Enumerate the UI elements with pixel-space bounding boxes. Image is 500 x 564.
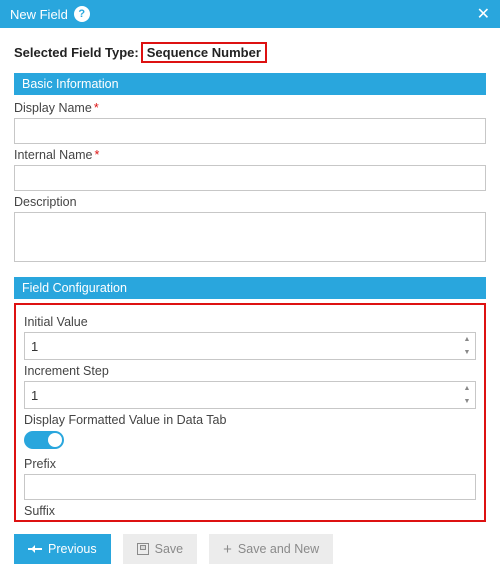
description-textarea[interactable] xyxy=(14,212,486,262)
selected-field-type-row: Selected Field Type: Sequence Number xyxy=(14,42,486,63)
chevron-up-icon[interactable]: ▲ xyxy=(459,382,475,395)
close-icon[interactable]: ✕ xyxy=(477,4,490,24)
section-basic-information: Basic Information xyxy=(14,73,486,95)
save-and-new-button[interactable]: + Save and New xyxy=(209,534,333,564)
chevron-down-icon[interactable]: ▼ xyxy=(459,395,475,408)
formatted-toggle-label: Display Formatted Value in Data Tab xyxy=(24,413,476,427)
required-asterisk: * xyxy=(95,148,100,162)
section-field-configuration: Field Configuration xyxy=(14,277,486,299)
suffix-label: Suffix xyxy=(24,504,476,518)
description-label: Description xyxy=(14,195,486,209)
prefix-label: Prefix xyxy=(24,457,476,471)
save-icon xyxy=(137,543,149,555)
field-configuration-box: Initial Value ▲ ▼ Increment Step ▲ ▼ Dis… xyxy=(14,303,486,522)
save-button-label: Save xyxy=(155,542,184,556)
footer: Previous Save + Save and New xyxy=(0,522,500,564)
initial-value-spinner[interactable]: ▲ ▼ xyxy=(459,333,475,359)
previous-button-label: Previous xyxy=(48,542,97,556)
increment-step-input[interactable] xyxy=(24,381,476,409)
arrow-left-icon xyxy=(28,548,42,550)
plus-icon: + xyxy=(223,542,232,557)
increment-step-label: Increment Step xyxy=(24,364,476,378)
initial-value-input[interactable] xyxy=(24,332,476,360)
titlebar: New Field ? ✕ xyxy=(0,0,500,28)
initial-value-label: Initial Value xyxy=(24,315,476,329)
chevron-down-icon[interactable]: ▼ xyxy=(459,346,475,359)
internal-name-label: Internal Name* xyxy=(14,148,486,162)
dialog-title: New Field xyxy=(10,7,68,22)
display-name-input[interactable] xyxy=(14,118,486,144)
selected-field-type-value: Sequence Number xyxy=(141,42,267,63)
chevron-up-icon[interactable]: ▲ xyxy=(459,333,475,346)
required-asterisk: * xyxy=(94,101,99,115)
help-icon[interactable]: ? xyxy=(74,6,90,22)
increment-step-spinner[interactable]: ▲ ▼ xyxy=(459,382,475,408)
save-button[interactable]: Save xyxy=(123,534,198,564)
prefix-input[interactable] xyxy=(24,474,476,500)
internal-name-input[interactable] xyxy=(14,165,486,191)
formatted-value-toggle[interactable] xyxy=(24,431,64,449)
toggle-knob xyxy=(48,433,62,447)
save-and-new-button-label: Save and New xyxy=(238,542,319,556)
previous-button[interactable]: Previous xyxy=(14,534,111,564)
display-name-label: Display Name* xyxy=(14,101,486,115)
selected-field-type-label: Selected Field Type: xyxy=(14,45,139,60)
